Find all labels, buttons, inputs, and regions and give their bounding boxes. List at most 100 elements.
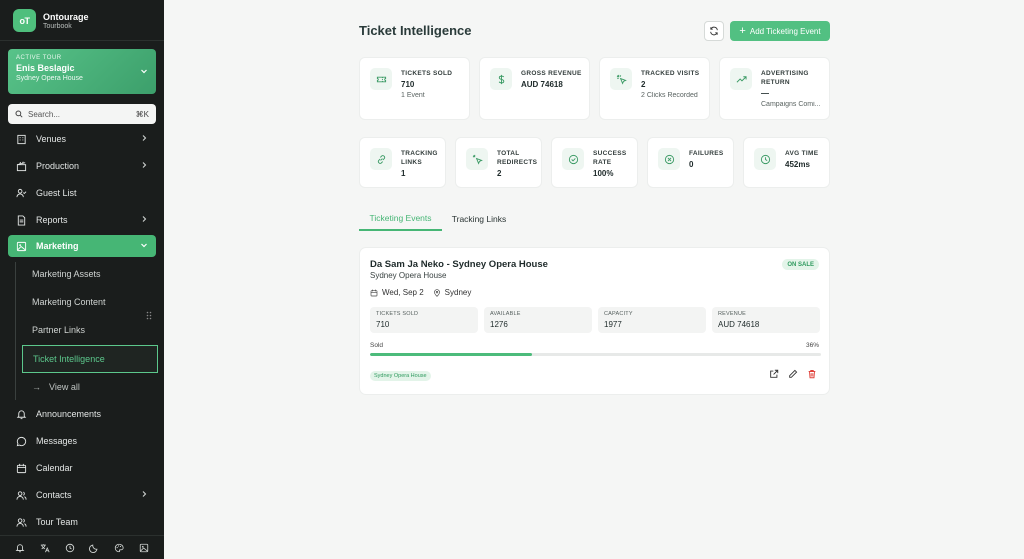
view-all-label: View all — [49, 382, 80, 392]
link-icon — [370, 148, 392, 170]
nav-label: Contacts — [36, 490, 72, 500]
sub-label: Ticket Intelligence — [33, 354, 105, 364]
user-check-icon — [16, 188, 27, 197]
arrow-right-icon: → — [32, 382, 41, 392]
translate-icon[interactable] — [40, 543, 50, 553]
clock-icon — [754, 148, 776, 170]
drag-handle-icon[interactable] — [146, 311, 152, 320]
search-box[interactable]: ⌘K — [8, 104, 156, 124]
event-date: Wed, Sep 2 — [382, 288, 424, 297]
clapperboard-icon — [16, 161, 27, 171]
nav-tour-team[interactable]: Tour Team — [8, 511, 156, 533]
nav-label: Calendar — [36, 463, 73, 473]
event-stat-available: AVAILABLE 1276 — [484, 307, 592, 333]
brand-logo: oT — [13, 9, 36, 32]
stat-label: GROSS REVENUE — [521, 70, 582, 77]
stat-card-avg-time: AVG TIME 452ms — [743, 137, 830, 188]
trend-up-icon — [730, 68, 752, 90]
users-group-icon — [16, 517, 27, 527]
nav-marketing[interactable]: Marketing — [8, 235, 156, 257]
palette-icon[interactable] — [114, 543, 124, 553]
sidebar-item-marketing-content[interactable]: Marketing Content — [22, 288, 158, 316]
file-text-icon — [17, 214, 26, 226]
ticketing-event-card: Da Sam Ja Neko - Sydney Opera House Sydn… — [359, 247, 830, 395]
event-title: Da Sam Ja Neko - Sydney Opera House — [370, 259, 548, 270]
sold-progress-fill — [370, 353, 533, 356]
bell-icon[interactable] — [15, 543, 25, 553]
plus-icon: + — [739, 24, 746, 37]
redirect-icon — [466, 148, 488, 170]
add-ticketing-event-button[interactable]: + Add Ticketing Event — [730, 21, 830, 41]
nav-announcements[interactable]: Announcements — [8, 403, 156, 425]
clock-icon[interactable] — [65, 543, 75, 553]
stat-card-gross-revenue: GROSS REVENUE AUD 74618 — [479, 57, 590, 120]
sidebar-item-partner-links[interactable]: Partner Links — [22, 316, 158, 344]
sold-percentage: 36% — [805, 342, 819, 349]
tabs: Ticketing Events Tracking Links — [359, 207, 830, 231]
dollar-icon — [490, 68, 512, 90]
add-button-label: Add Ticketing Event — [749, 26, 821, 36]
view-all-link[interactable]: → View all — [22, 378, 80, 396]
moon-icon[interactable] — [89, 543, 99, 553]
search-shortcut: ⌘K — [135, 109, 149, 119]
mini-stat-value: 1977 — [604, 320, 622, 329]
stat-card-total-redirects: TOTAL REDIRECTS 2 — [455, 137, 542, 188]
mini-stat-label: AVAILABLE — [490, 311, 521, 317]
nav-contacts[interactable]: Contacts — [8, 484, 156, 506]
external-link-icon[interactable] — [769, 369, 779, 379]
sidebar-item-marketing-assets[interactable]: Marketing Assets — [22, 260, 158, 288]
edit-pencil-icon[interactable] — [788, 369, 798, 379]
divider — [0, 40, 164, 41]
search-input[interactable] — [28, 109, 136, 119]
ticket-icon — [370, 68, 392, 90]
tab-label: Tracking Links — [451, 214, 507, 224]
chevron-right-icon — [142, 135, 147, 141]
nav-calendar[interactable]: Calendar — [8, 457, 156, 479]
nav-reports[interactable]: Reports — [8, 209, 156, 231]
stat-label: TICKETS SOLD — [401, 70, 453, 77]
nav-production[interactable]: Production — [8, 155, 156, 177]
stat-card-failures: FAILURES 0 — [647, 137, 734, 188]
nav-label: Announcements — [36, 409, 102, 419]
mini-stat-value: 1276 — [490, 320, 508, 329]
sidebar-footer-toolbar — [0, 535, 164, 559]
event-actions — [760, 369, 817, 379]
users-icon — [16, 490, 27, 500]
chevron-right-icon — [142, 216, 147, 222]
nav-messages[interactable]: Messages — [8, 430, 156, 452]
map-pin-icon — [433, 288, 440, 297]
venue-tag: Sydney Opera House — [370, 371, 431, 381]
trash-icon[interactable] — [807, 369, 817, 379]
image-icon[interactable] — [139, 543, 149, 553]
mini-stat-value: 710 — [376, 320, 390, 329]
calendar-icon — [370, 289, 378, 296]
active-tour-name: Enis Beslagic — [16, 63, 75, 73]
sold-label: Sold — [370, 342, 384, 349]
nav-label: Messages — [36, 436, 78, 446]
nav-label: Production — [36, 161, 80, 171]
nav-label: Reports — [36, 215, 68, 225]
chevron-down-icon — [141, 69, 147, 74]
submenu-guide-line — [15, 262, 16, 400]
event-stat-tickets-sold: TICKETS SOLD 710 — [370, 307, 478, 333]
sub-label: Partner Links — [32, 325, 86, 335]
chevron-right-icon — [142, 162, 147, 168]
tab-tracking-links[interactable]: Tracking Links — [445, 207, 513, 231]
mini-stat-value: AUD 74618 — [718, 320, 760, 329]
stat-value: — — [761, 89, 769, 98]
tab-ticketing-events[interactable]: Ticketing Events — [359, 207, 442, 231]
active-tour-selector[interactable]: ACTIVE TOUR Enis Beslagic Sydney Opera H… — [8, 49, 156, 94]
stat-value: 710 — [401, 80, 415, 89]
stat-value: AUD 74618 — [521, 80, 563, 89]
calendar-icon — [16, 463, 27, 473]
nav-venues[interactable]: Venues — [8, 128, 156, 150]
active-tour-venue: Sydney Opera House — [16, 75, 83, 82]
refresh-button[interactable] — [704, 21, 724, 41]
stat-subtext: 2 Clicks Recorded — [641, 92, 698, 99]
nav-label: Tour Team — [36, 517, 78, 527]
brand[interactable]: oT Ontourage Tourbook — [13, 9, 89, 32]
stat-card-success-rate: SUCCESS RATE 100% — [551, 137, 638, 188]
nav-guest-list[interactable]: Guest List — [8, 182, 156, 204]
sold-progress-bar — [370, 353, 821, 356]
sidebar-item-ticket-intelligence[interactable]: Ticket Intelligence — [22, 345, 158, 373]
